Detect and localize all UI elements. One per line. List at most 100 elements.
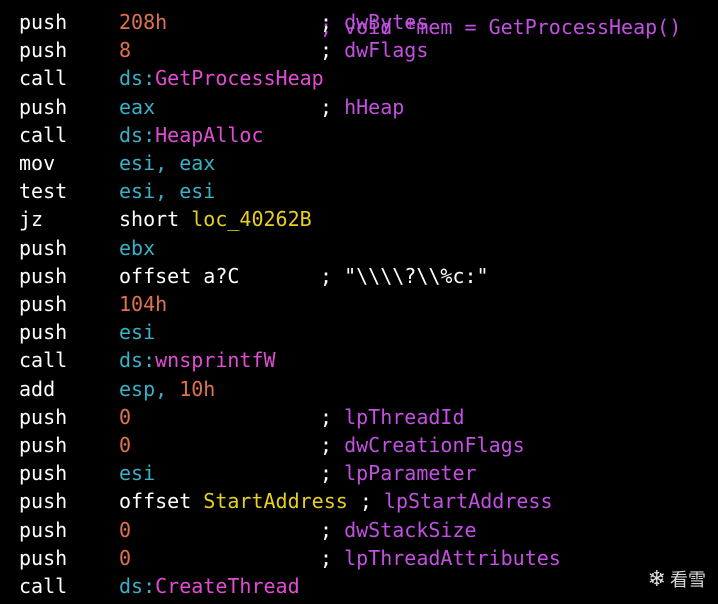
comment-token: dwBytes — [344, 10, 429, 34]
operand-token: ds: — [119, 66, 156, 91]
operand-token: 0 — [119, 517, 132, 542]
operand: 8 — [119, 36, 131, 64]
operand-token: ds: — [119, 122, 156, 147]
instruction-line[interactable]: call ds:CreateThread — [0, 572, 718, 600]
comment-token: dwFlags — [344, 38, 429, 63]
instruction-line[interactable]: call ds:wnsprintfW — [0, 346, 718, 374]
watermark-text: 看雪 — [670, 570, 706, 591]
comment: ; dwFlags — [320, 36, 428, 64]
comment-token: ; — [320, 545, 345, 570]
operand: short loc_40262B — [119, 205, 312, 233]
operand: esp, 10h — [119, 375, 215, 403]
instruction-line[interactable]: push offset a?C ; "\\\\?\\%c:" — [0, 262, 718, 290]
instruction-line[interactable]: push 0; lpThreadAttributes — [0, 544, 718, 572]
comment: ; lpThreadId — [320, 403, 465, 431]
mnemonic: push — [19, 38, 68, 63]
comment: ; lpThreadAttributes — [320, 544, 561, 572]
comment-token: lpThreadAttributes — [344, 545, 561, 570]
comment-token: ; — [320, 461, 345, 486]
operand-token: offset — [119, 489, 204, 514]
operand-token: ds: — [119, 574, 156, 598]
instruction-line[interactable]: push 104h — [0, 290, 718, 318]
mnemonic: mov — [19, 151, 56, 175]
operand-token: 0 — [119, 433, 132, 457]
operand: ebx — [119, 234, 155, 262]
comment: ; hHeap — [320, 93, 404, 121]
operand-token: ds: — [119, 348, 156, 373]
instruction-line[interactable]: push ebx — [0, 234, 718, 262]
operand: esi, esi — [119, 177, 215, 205]
instruction-line[interactable]: add esp, 10h — [0, 375, 718, 403]
instruction-line[interactable]: push 208h; dwBytes — [0, 8, 718, 36]
comment: ; dwStackSize — [320, 516, 477, 544]
instruction-line[interactable]: push esi; lpParameter — [0, 459, 718, 487]
comment-token: ; — [320, 38, 345, 63]
instruction-line[interactable]: mov esi, eax — [0, 149, 718, 177]
operand: 0 — [119, 403, 131, 431]
operand: ds:HeapAlloc — [119, 121, 264, 149]
instruction-line[interactable]: jz short loc_40262B — [0, 205, 718, 233]
comment: ; dwBytes — [320, 8, 428, 36]
operand: offset StartAddress ; lpStartAddress — [119, 487, 553, 515]
operand: offset a?C — [119, 262, 239, 290]
snowflake-icon: ❄ — [647, 566, 666, 592]
comment-token: ; — [320, 517, 345, 542]
instruction-line[interactable]: push 8; dwFlags — [0, 36, 718, 64]
instruction-line[interactable]: push eax; hHeap — [0, 93, 718, 121]
operand: 208h — [119, 8, 167, 36]
operand-token: esi — [119, 461, 156, 486]
operand-token: short — [119, 207, 192, 232]
operand-token: ebx — [119, 235, 156, 260]
instruction-line[interactable]: push esi — [0, 318, 718, 346]
comment-token: dwStackSize — [344, 517, 477, 542]
instruction-line[interactable]: push 0; lpThreadId — [0, 403, 718, 431]
operand-token: esp, — [119, 376, 180, 401]
mnemonic: push — [19, 489, 68, 514]
operand-token: esi, esi — [119, 179, 216, 204]
instruction-line[interactable]: push offset StartAddress ; lpStartAddress — [0, 487, 718, 515]
operand: 0 — [119, 544, 131, 572]
operand-token: 8 — [119, 38, 132, 63]
mnemonic: test — [19, 179, 68, 204]
operand: esi, eax — [119, 149, 215, 177]
operand-token: 104h — [119, 292, 168, 316]
mnemonic: call — [19, 66, 68, 91]
operand-token: wnsprintfW — [155, 348, 276, 373]
operand: 104h — [119, 290, 167, 318]
mnemonic: call — [19, 122, 68, 147]
instruction-line[interactable]: push 0; dwCreationFlags — [0, 431, 718, 459]
operand-token: StartAddress — [203, 489, 348, 514]
operand: esi — [119, 318, 155, 346]
mnemonic: push — [19, 545, 68, 570]
mnemonic: call — [19, 348, 68, 373]
operand: ds:CreateThread — [119, 572, 300, 600]
comment-token: lpThreadId — [344, 404, 465, 429]
instruction-line[interactable]: call ds:GetProcessHeap — [0, 64, 718, 92]
operand-token: esi, eax — [119, 151, 216, 175]
instruction-line[interactable]: test esi, esi — [0, 177, 718, 205]
operand: 0 — [119, 431, 131, 459]
comment-token: ; — [320, 404, 345, 429]
instruction-line[interactable]: push 0; dwStackSize — [0, 516, 718, 544]
instruction-line[interactable]: call ds:HeapAlloc — [0, 121, 718, 149]
mnemonic: push — [19, 404, 68, 429]
mnemonic: jz — [19, 207, 44, 232]
comment-token: lpParameter — [344, 461, 477, 486]
disassembly-view: ; void *mem = GetProcessHeap() push 208h;… — [0, 0, 718, 604]
comment: ; "\\\\?\\%c:" — [320, 262, 489, 290]
operand-token: 208h — [119, 10, 168, 34]
watermark: ❄ 看雪 — [648, 566, 706, 592]
comment-token: ; — [347, 489, 384, 514]
operand: ds:GetProcessHeap — [119, 64, 324, 92]
operand-token: HeapAlloc — [155, 122, 264, 147]
operand-token: GetProcessHeap — [155, 66, 324, 91]
operand: esi — [119, 459, 155, 487]
operand-token: eax — [119, 94, 156, 119]
operand: ds:wnsprintfW — [119, 346, 276, 374]
comment-token: dwCreationFlags — [344, 433, 525, 457]
mnemonic: push — [19, 320, 68, 345]
comment-token: ; — [320, 10, 345, 34]
comment-token: lpStartAddress — [383, 489, 553, 514]
comment-token: hHeap — [344, 94, 405, 119]
mnemonic: call — [19, 574, 68, 598]
